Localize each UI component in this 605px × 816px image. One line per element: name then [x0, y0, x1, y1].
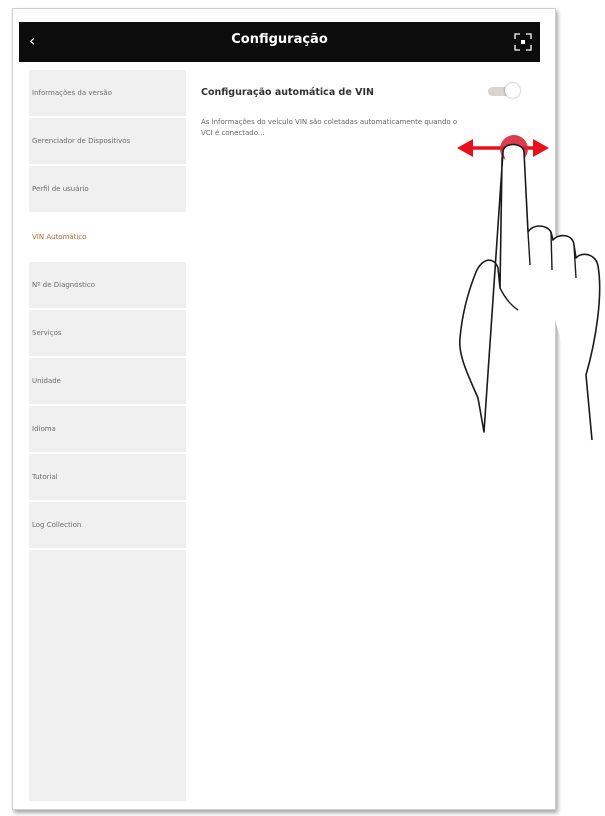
sidebar-item-unit[interactable]: Unidade	[29, 358, 186, 406]
sidebar-item-label: Tutorial	[32, 473, 58, 481]
auto-vin-toggle[interactable]	[488, 83, 520, 99]
toggle-knob[interactable]	[505, 83, 520, 98]
sidebar-item-tutorial[interactable]: Tutorial	[29, 454, 186, 502]
sidebar-item-services[interactable]: Serviços	[29, 310, 186, 358]
sidebar-item-user-profile[interactable]: Perfil de usuário	[29, 166, 186, 214]
sidebar-item-version-info[interactable]: Informações da versão	[29, 70, 186, 118]
sidebar-item-diagnostic-number[interactable]: Nº de Diagnóstico	[29, 262, 186, 310]
page-title: Configuração	[231, 32, 328, 47]
sidebar-item-label: Log Collection	[32, 521, 82, 529]
sidebar-item-device-manager[interactable]: Gerenciador de Dispositivos	[29, 118, 186, 166]
sidebar-item-label: Informações da versão	[32, 89, 112, 97]
setting-description: As informações do veículo VIN são coleta…	[201, 118, 458, 137]
setting-title: Configuração automática de VIN	[201, 87, 374, 98]
sidebar-item-auto-vin[interactable]: VIN Automático	[29, 214, 186, 262]
pointing-hand-icon	[458, 135, 601, 441]
sidebar-item-label: Gerenciador de Dispositivos	[32, 137, 131, 145]
sidebar-item-label: VIN Automático	[32, 233, 87, 241]
sidebar-item-log-collection[interactable]: Log Collection	[29, 502, 186, 550]
header-bar: ‹ Configuração	[19, 22, 540, 62]
sidebar-item-label: Nº de Diagnóstico	[32, 281, 95, 289]
sidebar-item-language[interactable]: Idioma	[29, 406, 186, 454]
sidebar-item-label: Perfil de usuário	[32, 185, 89, 193]
settings-sidebar: Informações da versão Gerenciador de Dis…	[29, 70, 186, 801]
sidebar-item-label: Idioma	[32, 425, 56, 433]
sidebar-item-label: Unidade	[32, 377, 61, 385]
fullscreen-icon[interactable]	[512, 31, 534, 53]
sidebar-item-label: Serviços	[32, 329, 62, 337]
